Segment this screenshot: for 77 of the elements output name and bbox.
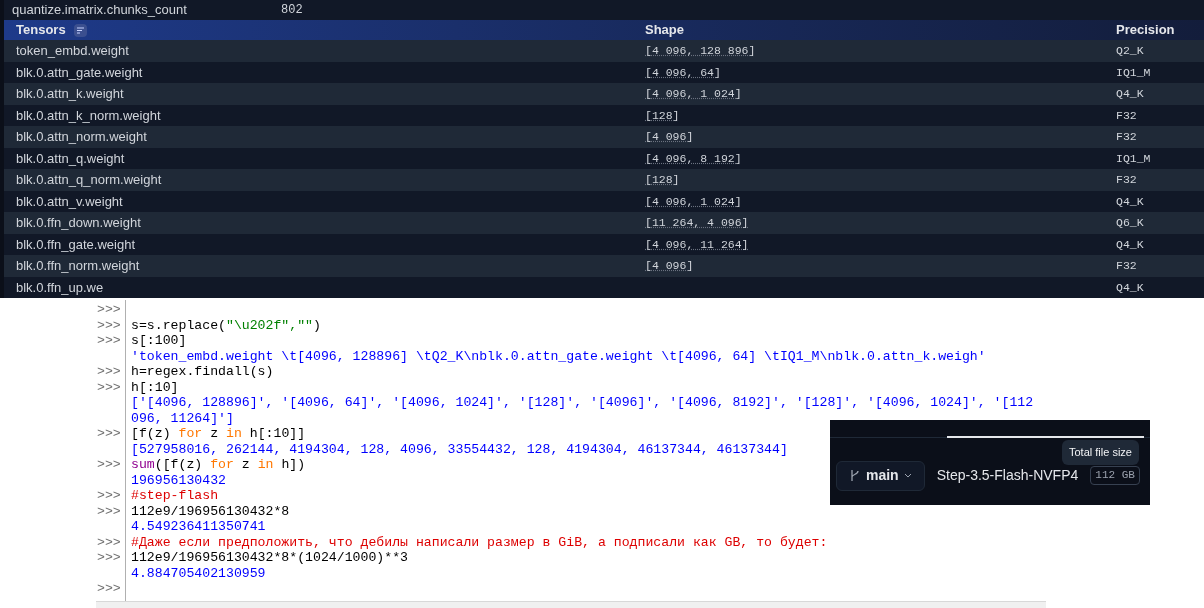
shell-output-line: 096, 11264]'] — [131, 410, 234, 426]
tensor-dimensions: [11 264, 4 096] — [645, 215, 749, 232]
shell-prompt: >>> — [97, 379, 121, 395]
tensor-name: blk.0.ffn_norm.weight — [16, 257, 141, 275]
chevron-down-icon — [903, 473, 912, 478]
shell-prompt: >>> — [97, 581, 121, 596]
tensor-name: token_embd.weight — [16, 42, 130, 60]
shell-prompt: >>> — [97, 333, 121, 348]
shell-prompt: >>> — [97, 550, 121, 565]
tensor-name: blk.0.ffn_up.we — [16, 278, 105, 297]
file-size-badge: 112 GB — [1090, 466, 1140, 485]
shell-prompt: >>> — [97, 534, 121, 550]
shell-prompt: >>> — [97, 457, 121, 472]
branch-button[interactable]: main — [836, 460, 925, 491]
shell-prompt: >>> — [97, 488, 121, 503]
tooltip: Total file size — [1062, 440, 1139, 465]
shell-input-line: 112e9/196956130432*8*(1024/1000)**3 — [131, 550, 408, 565]
shell-output-line: 4.549236411350741 — [131, 519, 266, 534]
tensor-dimensions: [4 096, 128 896] — [645, 43, 756, 60]
shell-output-line: 'token_embd.weight \t[4096, 128896] \tQ2_K\nblk.0.attn_gate.weight \t[4096, 64] \tIQ1_M\nblk.0.attn_k.weigh' — [131, 348, 986, 364]
column-header: Tensors — [16, 21, 66, 40]
tensor-precision: Q6_K — [1116, 215, 1145, 232]
tensor-name: blk.0.attn_k.weight — [16, 85, 125, 103]
tensor-precision: Q4_K — [1116, 279, 1145, 296]
tensor-name: blk.0.attn_k_norm.weight — [16, 106, 162, 125]
tensor-precision: Q4_K — [1116, 86, 1145, 103]
shell-output-line: 4.884705402130959 — [131, 565, 266, 581]
branch-icon — [849, 469, 861, 482]
tensor-name: blk.0.ffn_down.weight — [16, 214, 142, 232]
tensor-name: blk.0.attn_q_norm.weight — [16, 171, 163, 189]
sort-icon[interactable] — [73, 23, 87, 37]
tensor-dimensions: [4 096, 8 192] — [645, 150, 742, 167]
shell-input-line: 112e9/196956130432*8 — [131, 503, 290, 519]
tensor-precision: F32 — [1116, 172, 1138, 189]
shell-prompt: >>> — [97, 426, 121, 441]
tensor-precision: Q4_K — [1116, 236, 1145, 253]
tensor-precision: IQ1_M — [1116, 64, 1152, 81]
tensor-name: blk.0.ffn_gate.weight — [16, 235, 136, 254]
tensor-dimensions: [4 096] — [645, 129, 694, 146]
tensor-precision: F32 — [1116, 129, 1138, 146]
column-header: Shape — [645, 21, 685, 40]
tensor-name: blk.0.attn_norm.weight — [16, 128, 148, 146]
horizontal-scrollbar[interactable] — [96, 600, 1046, 608]
tensor-name: blk.0.attn_v.weight — [16, 192, 124, 211]
shell-input-line: h[:10] — [131, 379, 179, 395]
column-header: Precision — [1116, 21, 1176, 40]
metadata-value: 802 — [281, 2, 304, 19]
shell-prompt: >>> — [97, 364, 121, 379]
tensor-precision: IQ1_M — [1116, 150, 1152, 167]
shell-prompt: >>> — [97, 302, 121, 317]
shell-prompt: >>> — [97, 317, 121, 333]
shell-input-line: #step-flash — [131, 488, 219, 503]
shell-input-line: #Даже если предположить, что дебилы написали размер в GiB, а подписали как GB, то будет: — [131, 534, 828, 550]
shell-output-line: [527958016, 262144, 4194304, 128, 4096, 33554432, 128, 4194304, 46137344, 46137344] — [131, 441, 788, 457]
tensor-name: blk.0.attn_gate.weight — [16, 63, 144, 82]
shell-input-line: s[:100] — [131, 333, 187, 348]
tensor-dimensions: [4 096, 64] — [645, 64, 721, 81]
tensor-dimensions: [128] — [645, 107, 680, 124]
tensor-precision: F32 — [1116, 107, 1138, 124]
metadata-key: quantize.imatrix.chunks_count — [12, 0, 281, 20]
repo-name: Step-3.5-Flash-NVFP4 — [936, 466, 1079, 485]
shell-output-line: ['[4096, 128896]', '[4096, 64]', '[4096, 1024]', '[128]', '[4096]', '[4096, 8192]', '[128]', '[4096, 1024]', '[112 — [131, 395, 1034, 410]
tensor-dimensions: [4 096, 1 024] — [645, 86, 742, 103]
shell-output-line: 196956130432 — [131, 472, 226, 488]
shell-input-line: s=s.replace("\u202f","") — [131, 317, 321, 333]
shell-input-line: [f(z) for z in h[:10]] — [131, 426, 306, 441]
tensor-precision: Q2_K — [1116, 43, 1145, 60]
tensor-dimensions: [4 096, 11 264] — [645, 236, 749, 253]
shell-input-line: h=regex.findall(s) — [131, 364, 274, 379]
tensor-name: blk.0.attn_q.weight — [16, 149, 126, 168]
tensor-precision: Q4_K — [1116, 193, 1145, 210]
tensor-dimensions: [128] — [645, 172, 680, 189]
shell-prompt: >>> — [97, 503, 121, 519]
tensor-precision: F32 — [1116, 258, 1138, 275]
tensor-dimensions: [4 096] — [645, 258, 694, 275]
tensor-dimensions: [4 096, 1 024] — [645, 193, 742, 210]
shell-input-line: sum([f(z) for z in h]) — [131, 457, 306, 472]
